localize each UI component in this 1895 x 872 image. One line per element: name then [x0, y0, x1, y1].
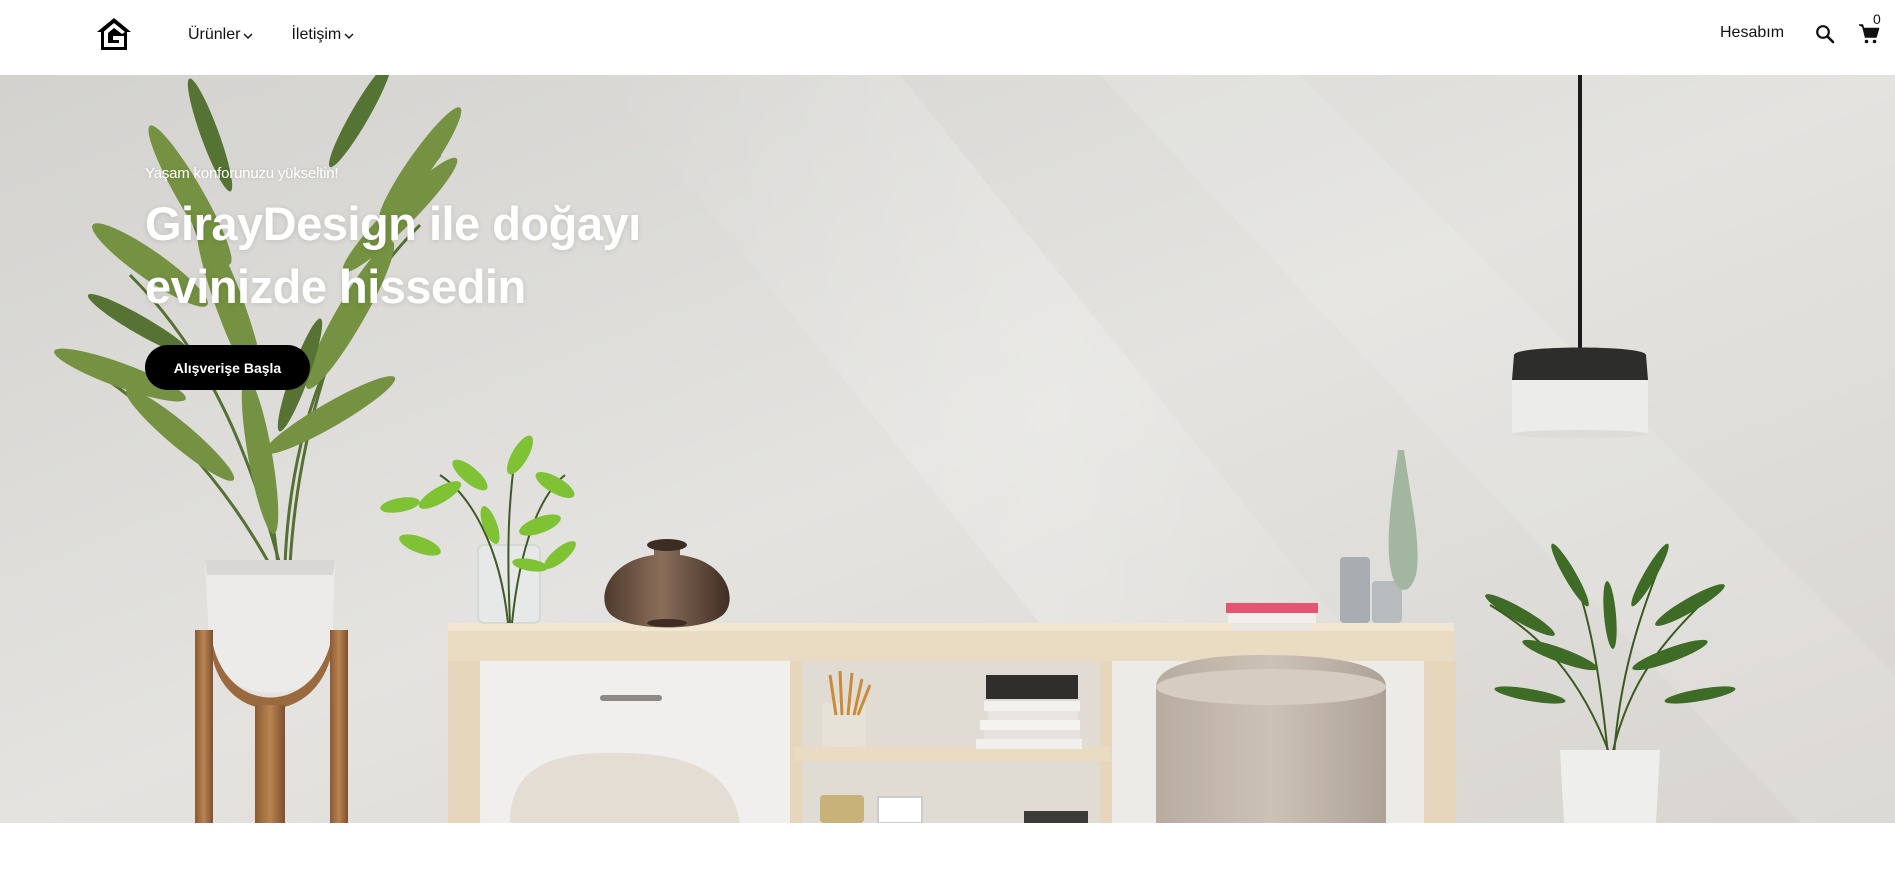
logo-icon[interactable]	[96, 17, 132, 51]
hero-banner: Yaşam konforunuzu yükseltin! GirayDesign…	[0, 75, 1895, 823]
hero-title: GirayDesign ile doğayı evinizde hissedin	[145, 192, 765, 318]
site-header: Ürünler İletişim Hesabım 0	[0, 0, 1895, 75]
start-shopping-button[interactable]: Alışverişe Başla	[145, 345, 310, 390]
chevron-down-icon	[344, 33, 354, 39]
hero-title-line-1: GirayDesign ile doğayı	[145, 197, 641, 250]
hero-text-block: Yaşam konforunuzu yükseltin! GirayDesign…	[145, 165, 765, 318]
nav-item-contact[interactable]: İletişim	[291, 26, 354, 44]
nav-item-label: İletişim	[291, 25, 342, 43]
main-nav: Ürünler İletişim	[188, 0, 354, 69]
hero-title-line-2: evinizde hissedin	[145, 260, 526, 313]
chevron-down-icon	[243, 33, 253, 39]
search-icon[interactable]	[1815, 24, 1835, 44]
cart-count-badge: 0	[1873, 11, 1881, 27]
account-link[interactable]: Hesabım	[1720, 24, 1784, 42]
page-bottom-area	[0, 823, 1895, 872]
nav-item-products[interactable]: Ürünler	[188, 26, 253, 44]
hero-subtitle: Yaşam konforunuzu yükseltin!	[145, 165, 339, 182]
nav-item-label: Ürünler	[188, 25, 241, 43]
